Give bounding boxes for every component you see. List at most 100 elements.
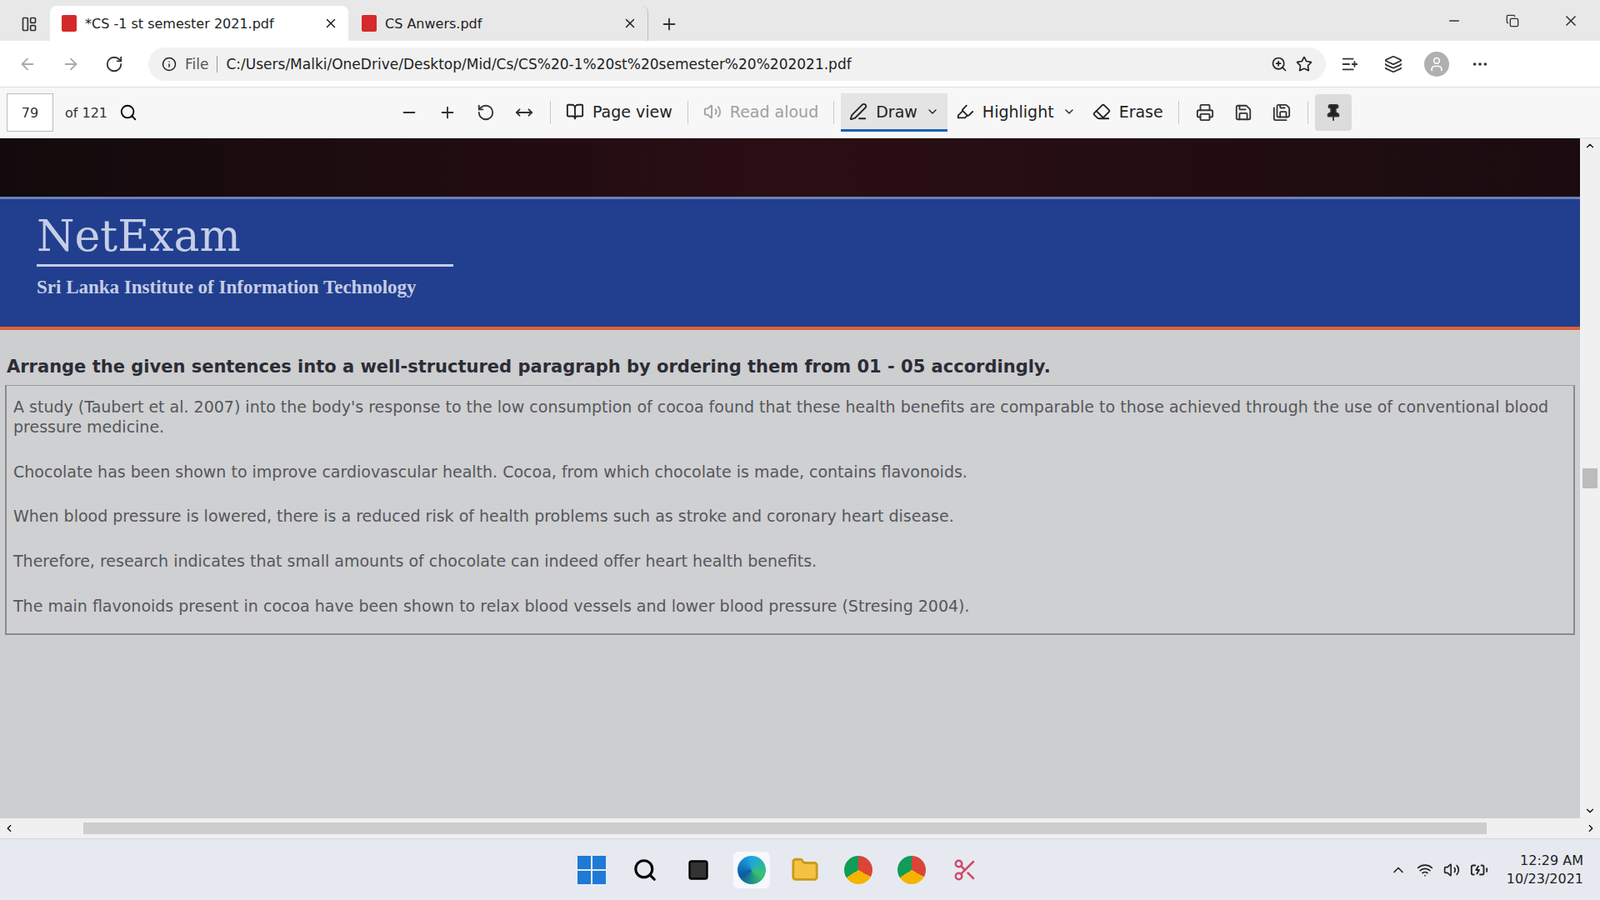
sentence-item[interactable]: The main flavonoids present in cocoa hav… (13, 596, 1567, 617)
tool-icon (1092, 102, 1111, 121)
zoom-out-button[interactable] (390, 95, 429, 130)
horizontal-thumb[interactable] (83, 822, 1487, 835)
zoom-in-button[interactable] (428, 95, 467, 130)
print-button[interactable] (1185, 95, 1225, 130)
restore-button[interactable] (1483, 4, 1542, 38)
page-count: of 121 (65, 105, 108, 121)
close-icon (1562, 12, 1580, 30)
search-icon (632, 857, 658, 883)
edge-app[interactable] (733, 851, 770, 889)
dark-strip (0, 138, 1580, 197)
rotate-button[interactable] (466, 95, 505, 130)
favorites-button[interactable] (1330, 47, 1370, 81)
profile-avatar (1424, 51, 1450, 77)
minimize-button[interactable] (1425, 4, 1484, 38)
refresh-icon (105, 55, 124, 74)
scroll-thumb[interactable] (1582, 468, 1598, 489)
collections-button[interactable] (1374, 47, 1413, 81)
close-tab-icon[interactable] (622, 15, 638, 31)
toolbar-divider (687, 100, 689, 125)
start-button[interactable] (573, 851, 610, 889)
close-button[interactable] (1541, 4, 1600, 38)
pdf-icon (61, 15, 77, 32)
page-input[interactable]: 79 (6, 93, 54, 132)
back-button[interactable] (8, 47, 47, 81)
horizontal-scrollbar[interactable] (0, 818, 1600, 839)
browser-tab[interactable]: CS Anwers.pdf (350, 5, 649, 41)
netexam-header: NetExam Sri Lanka Institute of Informatio… (0, 196, 1580, 330)
save-as-button[interactable] (1262, 95, 1301, 130)
scroll-up-icon[interactable] (1584, 140, 1596, 152)
address-bar[interactable]: FileC:/Users/Malki/OneDrive/Desktop/Mid/… (148, 47, 1326, 81)
refresh-button[interactable] (95, 47, 134, 81)
forward-icon (61, 55, 80, 74)
zoom-icon[interactable] (1270, 55, 1288, 73)
address-prefix: File (185, 55, 218, 73)
save-icon (1234, 103, 1253, 122)
tab-actions-icon (20, 15, 38, 33)
pin-icon (1324, 103, 1343, 122)
sentence-item[interactable]: Chocolate has been shown to improve card… (13, 462, 1567, 483)
scroll-down-icon[interactable] (1584, 805, 1596, 817)
explorer-app[interactable] (786, 851, 824, 889)
pin-button[interactable] (1315, 94, 1352, 131)
institute-name: Sri Lanka Institute of Information Techn… (36, 276, 1580, 299)
tray-expand-icon[interactable] (1390, 861, 1407, 879)
page-navigation: 79 of 121 (6, 93, 390, 132)
tool-icon (703, 102, 722, 121)
scroll-left-icon[interactable] (3, 822, 15, 835)
windows-icon (577, 855, 606, 885)
sentence-item[interactable]: Therefore, research indicates that small… (13, 551, 1567, 572)
zoom-in-icon (438, 103, 457, 122)
chrome-icon (844, 855, 873, 885)
sentence-item[interactable]: When blood pressure is lowered, there is… (13, 506, 1567, 527)
system-tray: 12:29 AM10/23/2021 (1390, 851, 1600, 888)
profile-button[interactable] (1417, 47, 1456, 81)
toolbar-tool[interactable]: Highlight (947, 93, 1085, 132)
collections-icon (1384, 55, 1403, 74)
rotate-icon (476, 103, 495, 122)
sentence-item[interactable]: A study (Taubert et al. 2007) into the b… (13, 397, 1567, 438)
snipping-app[interactable] (946, 851, 984, 889)
toolbar-tool[interactable]: Page view (557, 93, 681, 132)
tab-actions-button[interactable] (10, 7, 49, 41)
pdf-toolbar: 79 of 121 Page view Read aloud DrawHighlight… (0, 87, 1600, 139)
browser-window: *CS -1 st semester 2021.pdfCS Anwers.pdf… (0, 0, 1600, 900)
date: 10/23/2021 (1506, 870, 1584, 889)
close-tab-icon[interactable] (323, 15, 339, 31)
toolbar-tool[interactable]: Draw (840, 93, 948, 132)
address-row: FileC:/Users/Malki/OneDrive/Desktop/Mid/… (0, 40, 1600, 88)
clock[interactable]: 12:29 AM10/23/2021 (1506, 851, 1584, 888)
chrome-app[interactable] (840, 851, 877, 889)
scroll-right-icon[interactable] (1585, 822, 1597, 835)
toolbar-tool[interactable]: Erase (1084, 93, 1172, 132)
more-button[interactable] (1460, 47, 1500, 81)
battery-icon[interactable] (1470, 860, 1489, 880)
search-icon[interactable] (119, 103, 138, 122)
plus-icon (660, 15, 679, 34)
window-controls (1425, 0, 1600, 41)
new-tab-button[interactable] (650, 7, 689, 41)
forward-button[interactable] (51, 47, 90, 81)
toolbar-divider (833, 100, 835, 125)
vertical-scrollbar[interactable] (1580, 138, 1600, 819)
minimize-icon (1446, 13, 1462, 29)
folder-icon (790, 855, 820, 885)
netexam-logo: NetExam (36, 210, 454, 267)
pdf-page: NetExam Sri Lanka Institute of Informatio… (0, 138, 1580, 819)
fit-width-icon (515, 103, 534, 122)
favorite-add-icon[interactable] (1295, 55, 1313, 73)
chrome-profile-app[interactable] (893, 851, 930, 889)
document-area: NetExam Sri Lanka Institute of Informatio… (0, 138, 1600, 819)
toolbar-tool[interactable]: Read aloud (695, 93, 827, 132)
toolbar-divider (1307, 100, 1309, 125)
volume-icon[interactable] (1443, 861, 1460, 879)
browser-tab[interactable]: *CS -1 st semester 2021.pdf (50, 5, 349, 41)
task-view-button[interactable] (680, 851, 717, 889)
time: 12:29 AM (1520, 851, 1584, 870)
wifi-icon[interactable] (1416, 861, 1434, 879)
fit-button[interactable] (505, 95, 544, 130)
search-button[interactable] (626, 851, 664, 889)
save-button[interactable] (1224, 95, 1263, 130)
sentence-list: A study (Taubert et al. 2007) into the b… (5, 385, 1575, 635)
